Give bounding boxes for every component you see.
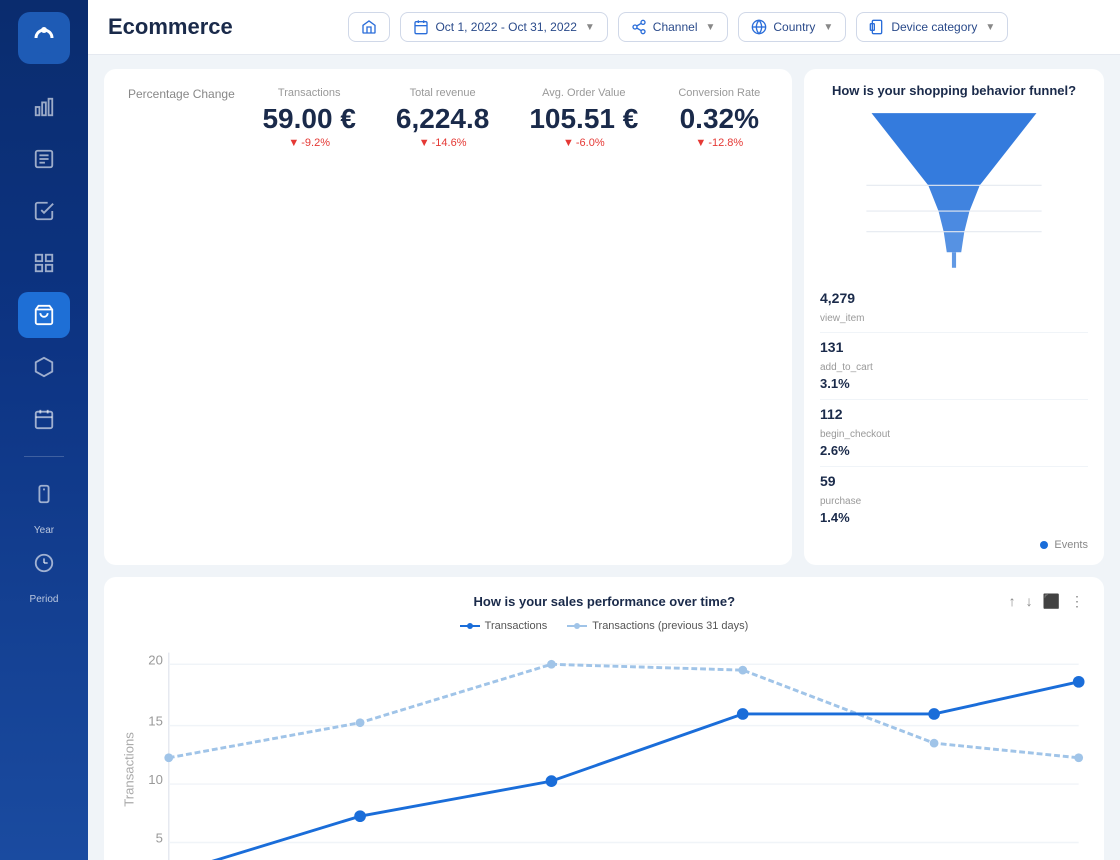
legend-transactions: Transactions xyxy=(460,620,548,632)
svg-text:15: 15 xyxy=(148,714,163,729)
download-btn[interactable]: ⬛ xyxy=(1041,591,1062,612)
sidebar-item-calendar[interactable] xyxy=(18,396,70,442)
app-logo xyxy=(18,12,70,64)
sort-asc-btn[interactable]: ↑ xyxy=(1007,591,1018,612)
sidebar-item-interactions[interactable] xyxy=(18,188,70,234)
sidebar-item-products[interactable] xyxy=(18,344,70,390)
kpi-revenue-value: 6,224.8 xyxy=(396,103,489,135)
sidebar-item-ecommerce[interactable] xyxy=(18,292,70,338)
funnel-legend-label: Events xyxy=(1054,539,1088,551)
period-label: Period xyxy=(30,594,59,605)
line-chart-title: How is your sales performance over time? xyxy=(202,594,1007,609)
funnel-stage-checkout: 112 begin_checkout 2.6% xyxy=(820,400,1088,467)
line-chart-actions: ↑ ↓ ⬛ ⋮ xyxy=(1007,591,1086,612)
dashboard-content: Percentage Change Transactions 59.00 € ▼… xyxy=(88,55,1120,860)
sidebar-divider xyxy=(24,456,64,457)
funnel-legend: Events xyxy=(820,539,1088,551)
sort-desc-btn[interactable]: ↓ xyxy=(1024,591,1035,612)
kpi-aov-label: Avg. Order Value xyxy=(542,87,625,99)
funnel-card: How is your shopping behavior funnel? xyxy=(804,69,1104,565)
row-line-chart: How is your sales performance over time?… xyxy=(104,577,1104,860)
date-range-filter-btn[interactable]: Oct 1, 2022 - Oct 31, 2022 ▼ xyxy=(400,12,607,42)
kpi-conversion-value: 0.32% xyxy=(680,103,759,135)
svg-text:5: 5 xyxy=(156,830,163,845)
funnel-svg xyxy=(820,108,1088,273)
kpi-card: Percentage Change Transactions 59.00 € ▼… xyxy=(104,69,792,565)
channel-label: Channel xyxy=(653,20,698,34)
funnel-stage-add-cart: 131 add_to_cart 3.1% xyxy=(820,333,1088,400)
kpi-transactions: Transactions 59.00 € ▼ -9.2% xyxy=(262,87,355,149)
line-chart-header: How is your sales performance over time?… xyxy=(122,591,1086,612)
header: Ecommerce Oct 1, 2022 - Oct 31, 2022 ▼ C… xyxy=(88,0,1120,55)
more-btn[interactable]: ⋮ xyxy=(1068,591,1086,612)
kpi-section-label: Percentage Change xyxy=(128,87,235,101)
country-label: Country xyxy=(773,20,815,34)
kpi-transactions-label: Transactions xyxy=(278,87,341,99)
funnel-stage-purchase: 59 purchase 1.4% xyxy=(820,467,1088,533)
header-filters: Oct 1, 2022 - Oct 31, 2022 ▼ Channel ▼ C… xyxy=(257,12,1100,42)
channel-chevron-icon: ▼ xyxy=(705,22,715,33)
device-chevron-icon: ▼ xyxy=(985,22,995,33)
line-chart-card: How is your sales performance over time?… xyxy=(104,577,1104,860)
row-kpi-funnel: Percentage Change Transactions 59.00 € ▼… xyxy=(104,69,1104,565)
kpi-aov-value: 105.51 € xyxy=(529,103,638,135)
date-range-label: Oct 1, 2022 - Oct 31, 2022 xyxy=(435,20,576,34)
kpi-metrics: Transactions 59.00 € ▼ -9.2% Total reven… xyxy=(255,87,768,149)
line-chart-svg: 20 15 10 5 0 xyxy=(122,638,1086,860)
device-category-label: Device category xyxy=(891,20,977,34)
kpi-transactions-value: 59.00 € xyxy=(262,103,355,135)
svg-text:20: 20 xyxy=(148,652,163,667)
legend-transactions-prev: Transactions (previous 31 days) xyxy=(567,620,748,632)
device-filter-btn[interactable]: Device category ▼ xyxy=(856,12,1008,42)
main-content: Ecommerce Oct 1, 2022 - Oct 31, 2022 ▼ C… xyxy=(88,0,1120,860)
sidebar-nav: Year Period xyxy=(18,84,70,848)
line-chart-legend: Transactions Transactions (previous 31 d… xyxy=(122,620,1086,632)
country-filter-btn[interactable]: Country ▼ xyxy=(738,12,846,42)
sidebar-item-period[interactable] xyxy=(18,540,70,586)
sidebar-item-grid[interactable] xyxy=(18,240,70,286)
date-chevron-icon: ▼ xyxy=(585,22,595,33)
kpi-revenue: Total revenue 6,224.8 ▼ -14.6% xyxy=(396,87,489,149)
kpi-conversion-label: Conversion Rate xyxy=(678,87,760,99)
kpi-conversion: Conversion Rate 0.32% ▼ -12.8% xyxy=(678,87,760,149)
sidebar-bottom: Year Period xyxy=(18,471,70,615)
country-chevron-icon: ▼ xyxy=(823,22,833,33)
kpi-transactions-change: ▼ -9.2% xyxy=(288,137,330,149)
funnel-title: How is your shopping behavior funnel? xyxy=(820,83,1088,98)
funnel-stages: 4,279 view_item 131 add_to_cart 3.1% 112… xyxy=(820,284,1088,533)
kpi-revenue-change: ▼ -14.6% xyxy=(419,137,467,149)
sidebar-item-reports[interactable] xyxy=(18,136,70,182)
kpi-grid: Percentage Change Transactions 59.00 € ▼… xyxy=(128,87,768,547)
funnel-stage-view-item: 4,279 view_item xyxy=(820,284,1088,333)
sidebar-item-year[interactable] xyxy=(18,471,70,517)
svg-text:Transactions: Transactions xyxy=(122,732,137,807)
page-title: Ecommerce xyxy=(108,14,233,40)
sidebar-item-analytics[interactable] xyxy=(18,84,70,130)
kpi-revenue-label: Total revenue xyxy=(410,87,476,99)
year-label: Year xyxy=(34,525,54,536)
kpi-label-col: Percentage Change xyxy=(128,87,255,101)
kpi-aov: Avg. Order Value 105.51 € ▼ -6.0% xyxy=(529,87,638,149)
home-filter-btn[interactable] xyxy=(348,12,390,42)
sidebar: Year Period xyxy=(0,0,88,860)
svg-text:10: 10 xyxy=(148,772,163,787)
kpi-conversion-change: ▼ -12.8% xyxy=(695,137,743,149)
channel-filter-btn[interactable]: Channel ▼ xyxy=(618,12,729,42)
funnel-legend-dot xyxy=(1040,541,1048,549)
kpi-aov-change: ▼ -6.0% xyxy=(563,137,605,149)
